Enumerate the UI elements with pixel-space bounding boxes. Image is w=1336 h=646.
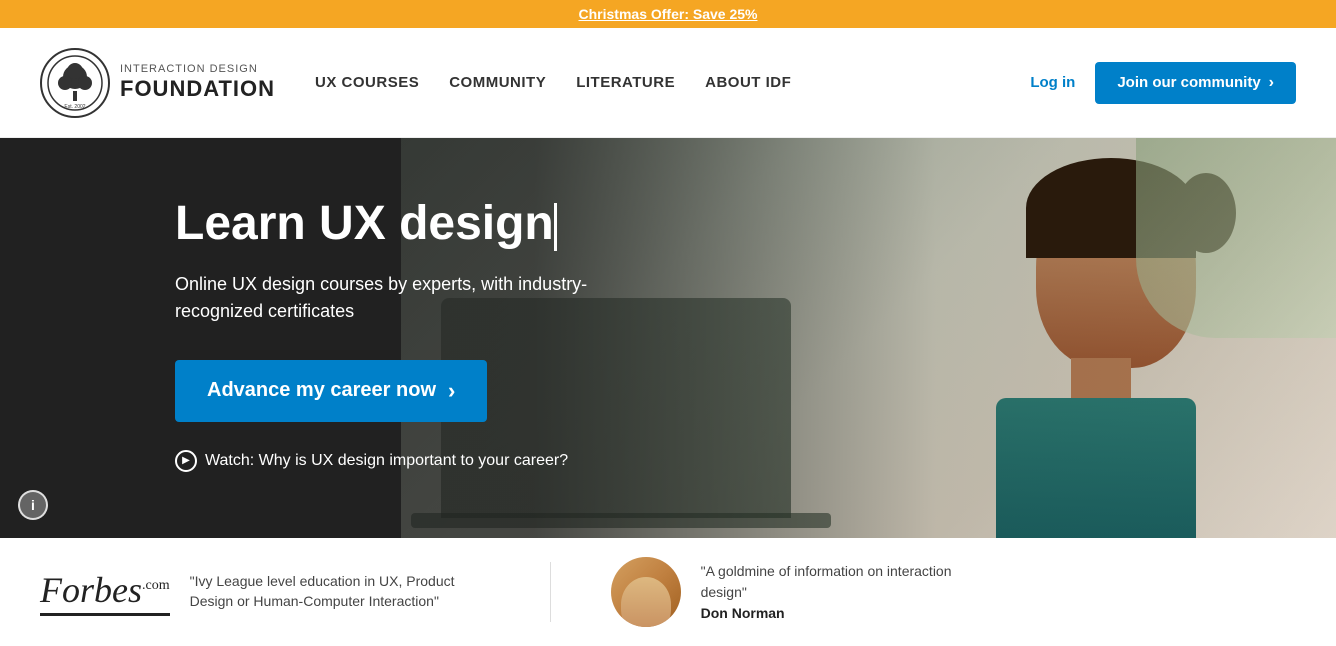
advance-arrow-icon: › [448,378,455,404]
nav-community[interactable]: COMMUNITY [449,74,546,91]
nav-about-idf[interactable]: ABOUT IDF [705,74,791,91]
don-norman-name: Don Norman [701,603,981,624]
logo-text: INTERACTION DESIGN FOUNDATION [120,63,275,103]
info-button[interactable]: i [18,490,48,520]
header: Est. 2002 INTERACTION DESIGN FOUNDATION … [0,28,1336,138]
logo-circle: Est. 2002 [40,48,110,118]
don-norman-avatar [611,557,681,627]
svg-text:Est. 2002: Est. 2002 [64,104,85,110]
join-chevron-icon: › [1269,74,1274,92]
logo-tree-icon: Est. 2002 [47,55,103,111]
advance-career-label: Advance my career now [207,379,436,402]
login-button[interactable]: Log in [1030,74,1075,91]
join-label: Join our community [1117,74,1260,91]
nav-ux-courses[interactable]: UX COURSES [315,74,419,91]
don-norman-quote-area: "A goldmine of information on interactio… [701,561,981,624]
nav-literature[interactable]: LITERATURE [576,74,675,91]
forbes-block: Forbes.com "Ivy League level education i… [40,569,490,616]
forbes-quote: "Ivy League level education in UX, Produ… [190,572,490,611]
watch-text: Watch: Why is UX design important to you… [205,452,568,470]
section-divider [550,562,551,622]
logo-link[interactable]: Est. 2002 INTERACTION DESIGN FOUNDATION [40,48,275,118]
join-community-button[interactable]: Join our community › [1095,62,1296,104]
header-actions: Log in Join our community › [1030,62,1296,104]
don-norman-block: "A goldmine of information on interactio… [611,557,981,627]
top-banner[interactable]: Christmas Offer: Save 25% [0,0,1336,28]
bottom-section: Forbes.com "Ivy League level education i… [0,538,1336,646]
hero-subtitle: Online UX design courses by experts, wit… [175,271,595,325]
hero-content: Learn UX design Online UX design courses… [0,138,600,472]
play-icon: ▶ [175,450,197,472]
watch-video-link[interactable]: ▶ Watch: Why is UX design important to y… [175,450,600,472]
logo-top-text: INTERACTION DESIGN [120,63,275,76]
don-norman-quote: "A goldmine of information on interactio… [701,561,981,603]
main-nav: UX COURSES COMMUNITY LITERATURE ABOUT ID… [315,74,1030,91]
christmas-offer-link[interactable]: Christmas Offer: Save 25% [579,6,758,22]
advance-career-button[interactable]: Advance my career now › [175,360,487,422]
hero-title: Learn UX design [175,198,600,251]
forbes-logo: Forbes.com [40,569,170,616]
logo-bottom-text: FOUNDATION [120,76,275,102]
don-norman-face [621,577,671,627]
hero-section: Learn UX design Online UX design courses… [0,138,1336,538]
